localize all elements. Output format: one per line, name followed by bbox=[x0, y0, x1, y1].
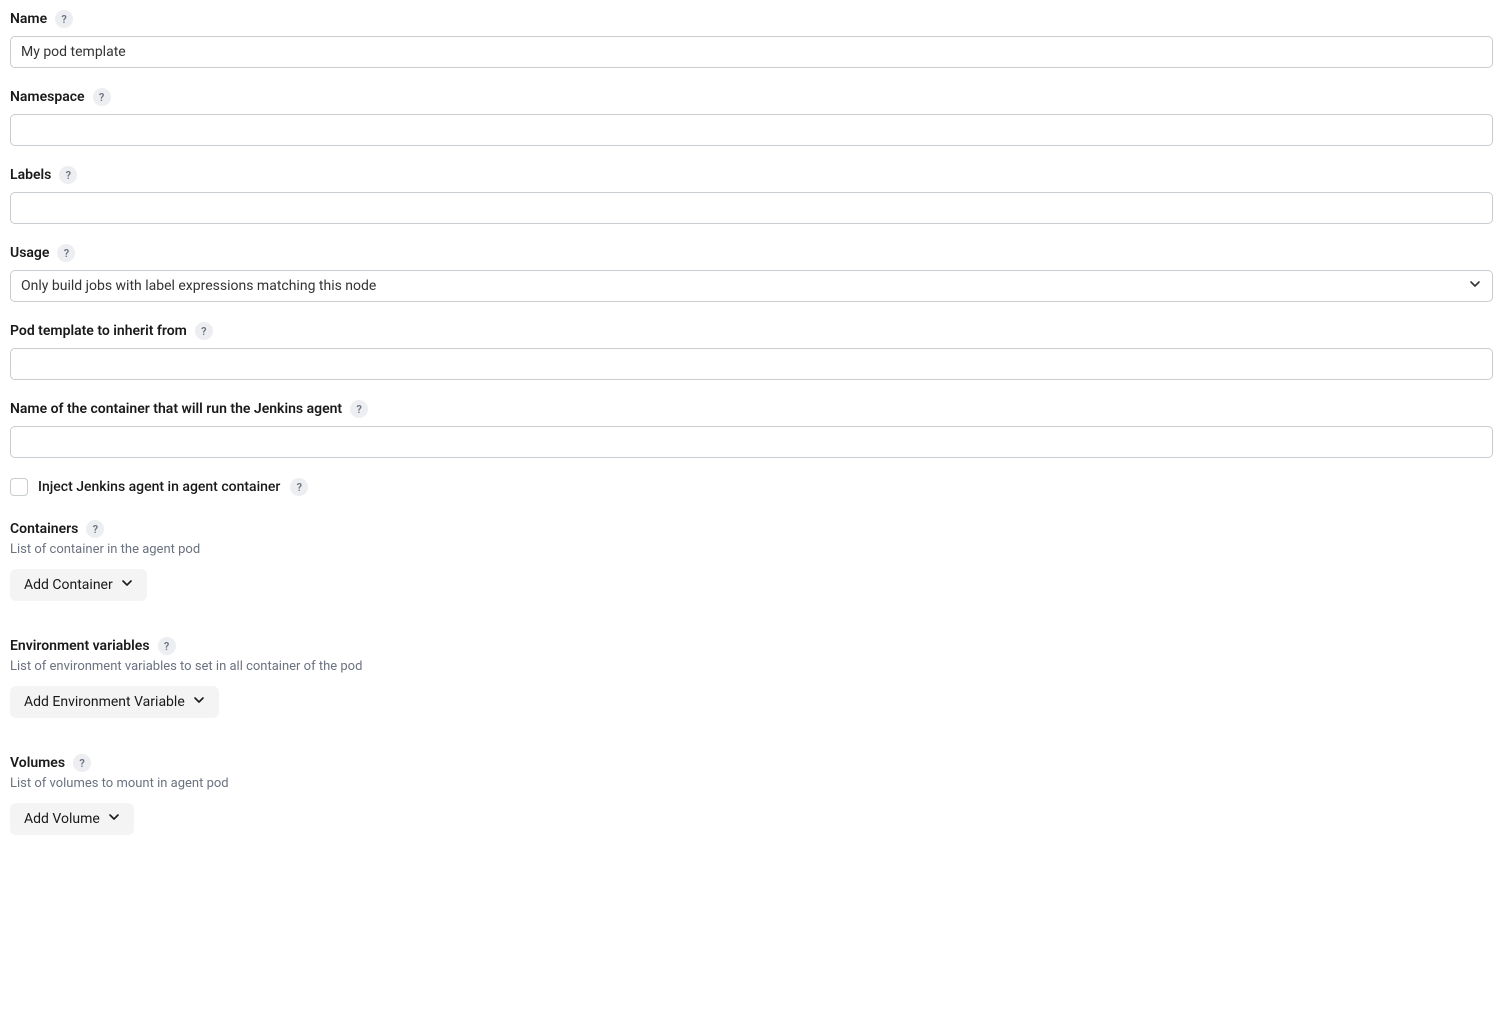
inherit-input[interactable] bbox=[10, 348, 1493, 380]
volumes-desc: List of volumes to mount in agent pod bbox=[10, 776, 1493, 791]
inherit-label-row: Pod template to inherit from ? bbox=[10, 322, 1493, 340]
containers-desc: List of container in the agent pod bbox=[10, 542, 1493, 557]
usage-select-wrap: Only build jobs with label expressions m… bbox=[10, 270, 1493, 302]
labels-label-row: Labels ? bbox=[10, 166, 1493, 184]
namespace-input[interactable] bbox=[10, 114, 1493, 146]
env-vars-title: Environment variables bbox=[10, 638, 150, 654]
chevron-down-icon bbox=[193, 694, 205, 710]
agent-container-input[interactable] bbox=[10, 426, 1493, 458]
agent-container-label: Name of the container that will run the … bbox=[10, 401, 342, 417]
name-input[interactable] bbox=[10, 36, 1493, 68]
help-icon[interactable]: ? bbox=[86, 520, 104, 538]
labels-field-group: Labels ? bbox=[10, 166, 1493, 224]
add-container-label: Add Container bbox=[24, 577, 113, 593]
containers-section: Containers ? List of container in the ag… bbox=[10, 520, 1493, 601]
agent-container-label-row: Name of the container that will run the … bbox=[10, 400, 1493, 418]
inject-agent-label: Inject Jenkins agent in agent container bbox=[38, 479, 280, 495]
add-volume-button[interactable]: Add Volume bbox=[10, 803, 134, 835]
env-vars-section: Environment variables ? List of environm… bbox=[10, 637, 1493, 718]
usage-select[interactable]: Only build jobs with label expressions m… bbox=[10, 270, 1493, 302]
help-icon[interactable]: ? bbox=[59, 166, 77, 184]
env-vars-header: Environment variables ? bbox=[10, 637, 1493, 655]
volumes-title: Volumes bbox=[10, 755, 65, 771]
env-vars-desc: List of environment variables to set in … bbox=[10, 659, 1493, 674]
chevron-down-icon bbox=[121, 577, 133, 593]
help-icon[interactable]: ? bbox=[93, 88, 111, 106]
inherit-label: Pod template to inherit from bbox=[10, 323, 187, 339]
inject-agent-checkbox[interactable] bbox=[10, 478, 28, 496]
containers-header: Containers ? bbox=[10, 520, 1493, 538]
usage-label: Usage bbox=[10, 245, 49, 261]
labels-label: Labels bbox=[10, 167, 51, 183]
labels-input[interactable] bbox=[10, 192, 1493, 224]
help-icon[interactable]: ? bbox=[195, 322, 213, 340]
add-container-button[interactable]: Add Container bbox=[10, 569, 147, 601]
help-icon[interactable]: ? bbox=[55, 10, 73, 28]
add-env-var-button[interactable]: Add Environment Variable bbox=[10, 686, 219, 718]
help-icon[interactable]: ? bbox=[73, 754, 91, 772]
name-label-row: Name ? bbox=[10, 10, 1493, 28]
namespace-label-row: Namespace ? bbox=[10, 88, 1493, 106]
volumes-header: Volumes ? bbox=[10, 754, 1493, 772]
help-icon[interactable]: ? bbox=[350, 400, 368, 418]
name-field-group: Name ? bbox=[10, 10, 1493, 68]
namespace-field-group: Namespace ? bbox=[10, 88, 1493, 146]
name-label: Name bbox=[10, 11, 47, 27]
add-volume-label: Add Volume bbox=[24, 811, 100, 827]
chevron-down-icon bbox=[108, 811, 120, 827]
namespace-label: Namespace bbox=[10, 89, 85, 105]
agent-container-name-field-group: Name of the container that will run the … bbox=[10, 400, 1493, 458]
add-env-var-label: Add Environment Variable bbox=[24, 694, 185, 710]
usage-label-row: Usage ? bbox=[10, 244, 1493, 262]
help-icon[interactable]: ? bbox=[290, 478, 308, 496]
inject-agent-row: Inject Jenkins agent in agent container … bbox=[10, 478, 1493, 496]
containers-title: Containers bbox=[10, 521, 78, 537]
volumes-section: Volumes ? List of volumes to mount in ag… bbox=[10, 754, 1493, 835]
inherit-field-group: Pod template to inherit from ? bbox=[10, 322, 1493, 380]
usage-field-group: Usage ? Only build jobs with label expre… bbox=[10, 244, 1493, 302]
help-icon[interactable]: ? bbox=[158, 637, 176, 655]
help-icon[interactable]: ? bbox=[57, 244, 75, 262]
